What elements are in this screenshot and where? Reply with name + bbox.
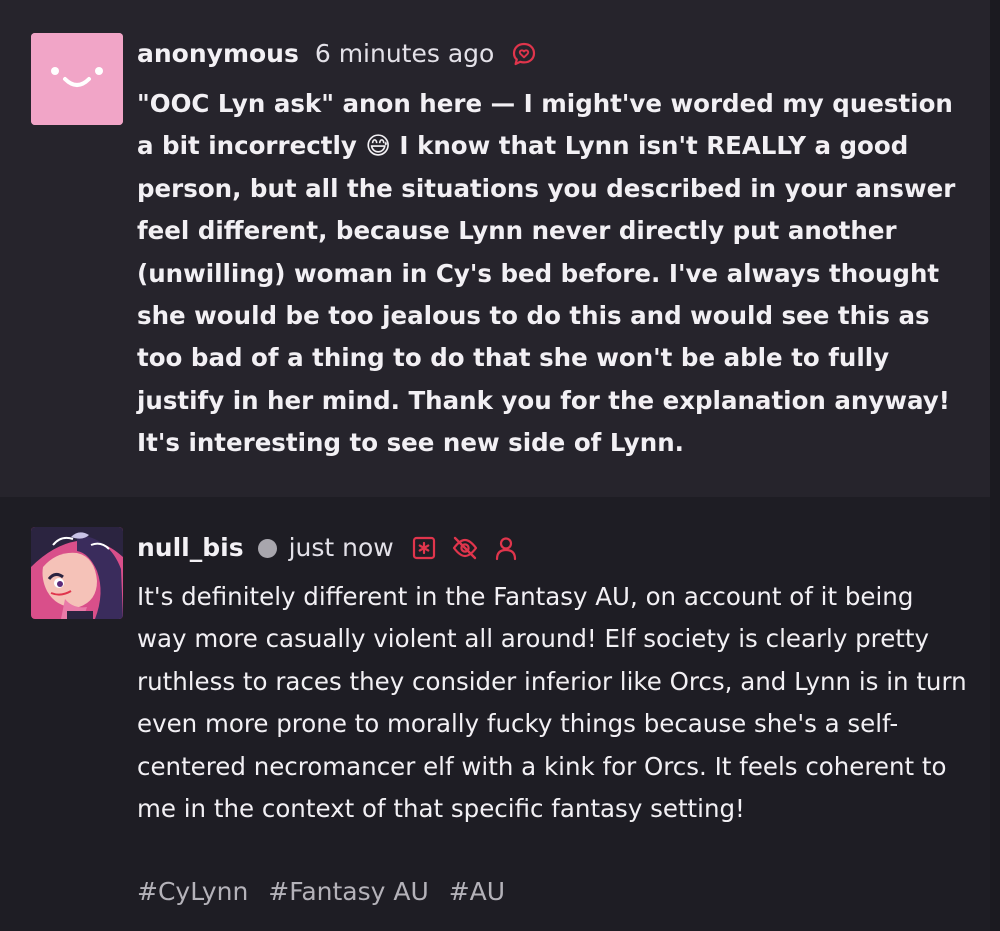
person-icon[interactable] bbox=[492, 534, 520, 562]
answer-author-name[interactable]: null_bis bbox=[137, 533, 244, 563]
smiley-face-icon bbox=[31, 33, 123, 125]
ask-body: "OOC Lyn ask" anon here — I might've wor… bbox=[137, 89, 956, 458]
scrollbar-gutter bbox=[990, 0, 1000, 931]
eye-slash-icon[interactable] bbox=[451, 534, 479, 562]
ask-author-name[interactable]: anonymous bbox=[137, 39, 299, 69]
answer-body: It's definitely different in the Fantasy… bbox=[137, 582, 967, 824]
ask-card: anonymous 6 minutes ago "OOC Lyn ask" an… bbox=[0, 0, 990, 497]
post-thread: anonymous 6 minutes ago "OOC Lyn ask" an… bbox=[0, 0, 1000, 931]
anonymous-avatar[interactable] bbox=[31, 33, 123, 125]
null-bis-avatar[interactable] bbox=[31, 527, 123, 619]
ask-header: anonymous 6 minutes ago bbox=[137, 39, 538, 69]
tag-link[interactable]: #AU bbox=[449, 877, 505, 906]
tag-list: #CyLynn #Fantasy AU #AU bbox=[137, 877, 517, 907]
answer-header: null_bis just now bbox=[137, 533, 520, 563]
ask-bubble-icon bbox=[510, 40, 538, 68]
tag-link[interactable]: #CyLynn bbox=[137, 877, 248, 906]
online-status-dot bbox=[257, 538, 277, 558]
character-portrait-icon bbox=[31, 527, 123, 619]
answer-timestamp[interactable]: just now bbox=[289, 533, 394, 563]
ask-timestamp[interactable]: 6 minutes ago bbox=[315, 39, 494, 69]
tag-link[interactable]: #Fantasy AU bbox=[268, 877, 429, 906]
asterisk-box-icon[interactable] bbox=[410, 534, 438, 562]
answer-card: null_bis just now It's definitely differ… bbox=[0, 497, 990, 931]
